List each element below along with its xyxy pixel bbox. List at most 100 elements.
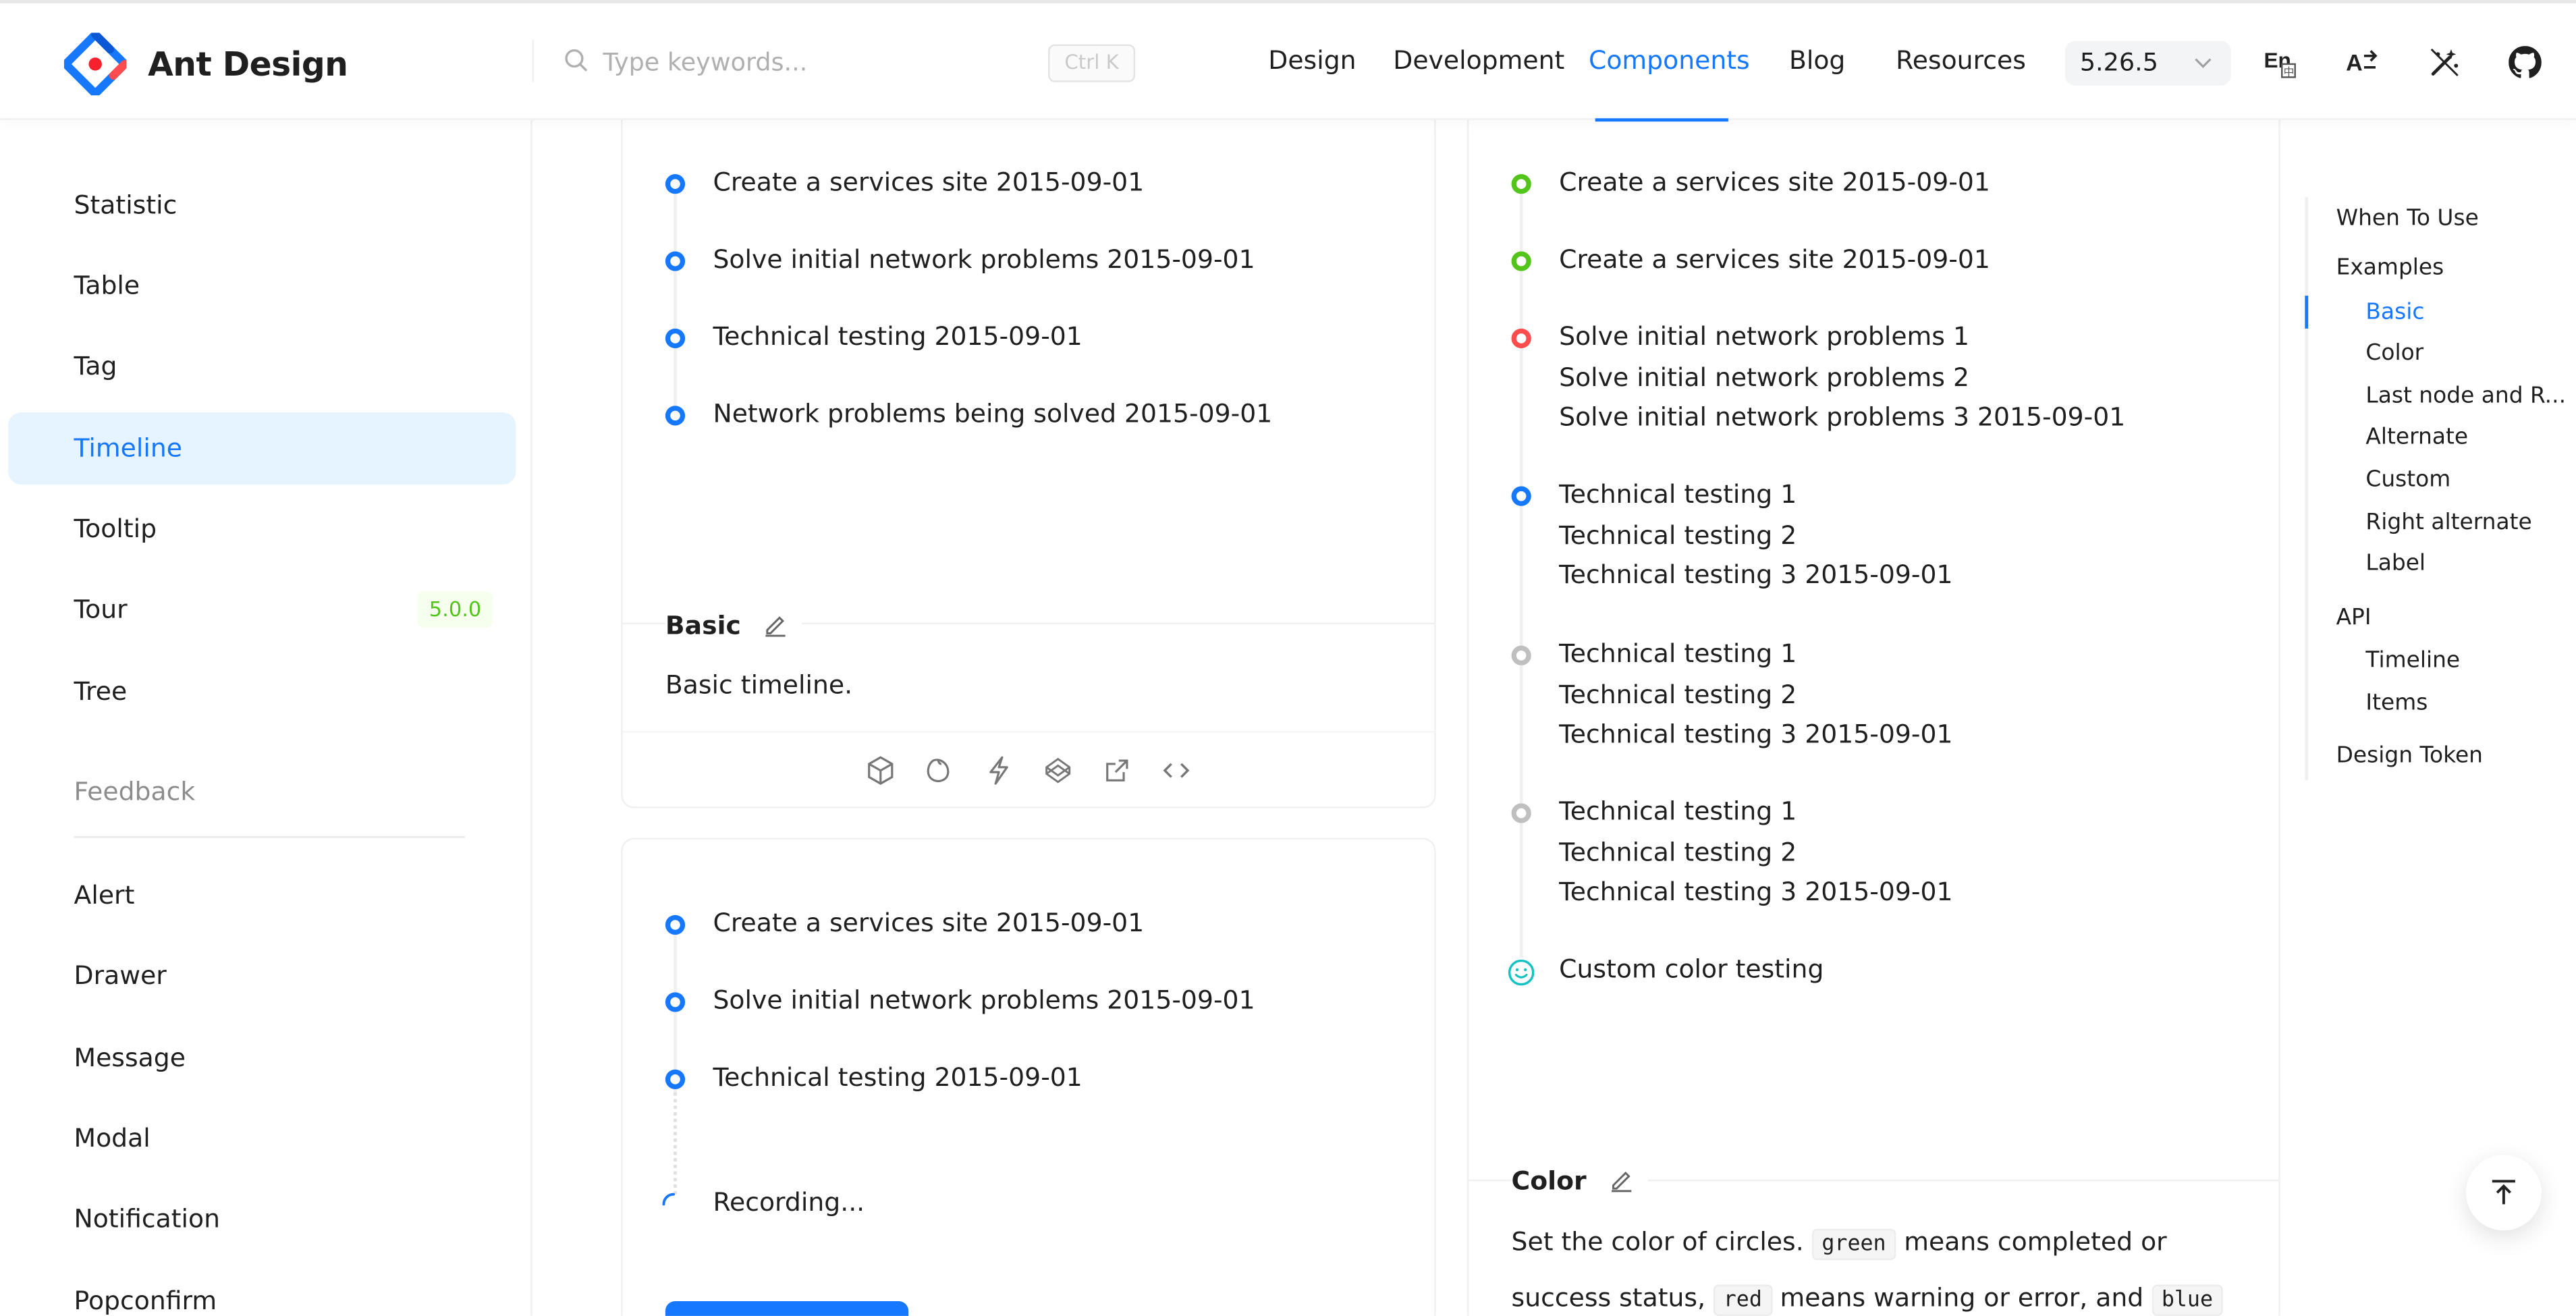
description-line: Set the color of circles. green means co… [1512, 1215, 2235, 1271]
timeline-item-line: Create a services site 2015-09-01 [1559, 167, 1990, 198]
demo-title-color: Color [1511, 1166, 1648, 1197]
page: Ant Design Ctrl K Design Development Com… [0, 0, 2576, 1316]
sidebar-item-timeline[interactable]: Timeline [8, 412, 516, 485]
timeline-item: Create a services site 2015-09-01 [1559, 163, 1990, 203]
toc-link-design-token[interactable]: Design Token [2336, 742, 2483, 769]
timeline-item-line: Technical testing 1 [1559, 638, 1797, 669]
nav-resources[interactable]: Resources [1896, 46, 2026, 76]
sidebar-item-popconfirm[interactable]: Popconfirm [8, 1265, 516, 1316]
theme-icon[interactable] [2428, 46, 2461, 79]
timeline-pending-tail [674, 1092, 677, 1195]
toc-link-color[interactable]: Color [2365, 340, 2423, 366]
sidebar-item-alert[interactable]: Alert [8, 859, 516, 931]
timeline-item-line: Technical testing 2 [1559, 520, 1797, 550]
sidebar-item-tree[interactable]: Tree [8, 655, 516, 728]
timeline-dot [665, 328, 686, 349]
timeline-item: Solve initial network problems 2015-09-0… [713, 985, 1255, 1016]
logo-text: Ant Design [148, 44, 348, 84]
demo-title-text: Basic [665, 611, 741, 641]
timeline-dot [665, 992, 686, 1012]
timeline-tail [1519, 194, 1523, 966]
toc-link-custom[interactable]: Custom [2365, 466, 2450, 493]
svg-text:A: A [2346, 51, 2363, 76]
code-expand-icon[interactable] [1160, 754, 1193, 787]
back-to-top-button[interactable] [2465, 1155, 2542, 1231]
timeline-item: Technical testing 2015-09-01 [713, 322, 1083, 352]
sidebar-item-statistic[interactable]: Statistic [8, 169, 516, 242]
description-text: means completed or [1904, 1227, 2167, 1257]
timeline-item: Network problems being solved 2015-09-01 [713, 399, 1273, 429]
github-icon[interactable] [2509, 46, 2542, 79]
timeline-item: Custom color testing [1559, 950, 1824, 990]
search-input[interactable] [603, 43, 1014, 82]
sidebar-divider [74, 836, 465, 838]
demo-description: Set the color of circles. green means co… [1512, 1215, 2235, 1316]
toc-link-basic[interactable]: Basic [2365, 299, 2424, 325]
timeline-item-line: Custom color testing [1559, 954, 1824, 985]
timeline-item-line: Technical testing 1 [1559, 479, 1797, 510]
timeline-item-line: Technical testing 3 2015-09-01 [1559, 877, 1953, 907]
description-text: success status, [1511, 1283, 1706, 1313]
timeline-item-line: Technical testing 1 [1559, 796, 1797, 827]
timeline-item: Technical testing 2015-09-01 [713, 1062, 1083, 1093]
direction-icon[interactable]: A [2346, 46, 2379, 79]
timeline-item: Technical testing 1 Technical testing 2 … [1559, 792, 1952, 912]
timeline-item: Technical testing 1 Technical testing 2 … [1559, 475, 1952, 596]
toc-link-timeline[interactable]: Timeline [2365, 647, 2460, 674]
edit-icon[interactable] [1608, 1166, 1635, 1192]
sidebar-item-table[interactable]: Table [8, 250, 516, 322]
inline-code: blue [2152, 1284, 2223, 1316]
toc-link-when-to-use[interactable]: When To Use [2336, 205, 2479, 231]
timeline-item: Solve initial network problems 2015-09-0… [713, 244, 1255, 275]
version-badge: 5.0.0 [417, 591, 493, 628]
nav-design[interactable]: Design [1268, 46, 1356, 76]
toc-rail [2305, 197, 2309, 781]
toc-link-right-alternate[interactable]: Right alternate [2365, 510, 2531, 536]
search-icon [565, 49, 587, 72]
stackblitz-icon[interactable] [923, 754, 956, 787]
sidebar-item-tooltip[interactable]: Tooltip [8, 493, 516, 565]
inline-code: green [1811, 1228, 1896, 1261]
codepen-icon[interactable] [1041, 754, 1074, 787]
language-switch-icon[interactable]: En 中 [2264, 46, 2297, 79]
sidebar-item-modal[interactable]: Modal [8, 1102, 516, 1174]
toc-link-label[interactable]: Label [2365, 550, 2426, 576]
search-shortcut-hint: Ctrl K [1048, 44, 1136, 82]
timeline-item-line: Solve initial network problems 3 2015-09… [1559, 402, 2126, 433]
thunderbolt-icon[interactable] [983, 754, 1016, 787]
chevron-down-icon [2195, 58, 2212, 68]
inline-code: red [1714, 1284, 1772, 1316]
smile-icon [1506, 958, 1537, 988]
toc-link-items[interactable]: Items [2365, 690, 2428, 716]
timeline-dot [665, 406, 686, 426]
timeline-item-line: Solve initial network problems 1 [1559, 322, 1970, 352]
timeline-dot-green [1511, 174, 1531, 194]
timeline-item-line: Technical testing 3 2015-09-01 [1559, 719, 1953, 750]
timeline-dot [665, 251, 686, 271]
toc-link-last-node[interactable]: Last node and R... [2365, 383, 2566, 409]
sidebar-item-tour[interactable]: Tour 5.0.0 [8, 574, 516, 646]
sidebar-item-notification[interactable]: Notification [8, 1183, 516, 1255]
codesandbox-icon[interactable] [864, 754, 897, 787]
timeline-dot-gray [1511, 645, 1531, 665]
sidebar-item-label: Tour [74, 595, 128, 625]
logo[interactable]: Ant Design [63, 32, 348, 96]
description-line: success status, red means warning or err… [1512, 1271, 2235, 1316]
external-link-icon[interactable] [1101, 754, 1134, 787]
nav-active-indicator [1595, 118, 1728, 122]
toc-link-alternate[interactable]: Alternate [2365, 424, 2468, 450]
sidebar-item-tag[interactable]: Tag [8, 330, 516, 402]
nav-components[interactable]: Components [1589, 46, 1750, 76]
edit-icon[interactable] [763, 611, 790, 638]
timeline-item: Create a services site 2015-09-01 [713, 167, 1145, 198]
nav-development[interactable]: Development [1393, 46, 1564, 76]
timeline-item-line: Technical testing 2 [1559, 837, 1797, 867]
sidebar-item-message[interactable]: Message [8, 1022, 516, 1094]
toc-link-examples[interactable]: Examples [2336, 254, 2444, 281]
toggle-reverse-button[interactable] [665, 1300, 909, 1316]
timeline-item-line: Technical testing 3 2015-09-01 [1559, 560, 1953, 590]
nav-blog[interactable]: Blog [1789, 46, 1845, 76]
sidebar-item-drawer[interactable]: Drawer [8, 939, 516, 1012]
toc-link-api[interactable]: API [2336, 605, 2372, 631]
version-select[interactable]: 5.26.5 [2064, 40, 2231, 86]
